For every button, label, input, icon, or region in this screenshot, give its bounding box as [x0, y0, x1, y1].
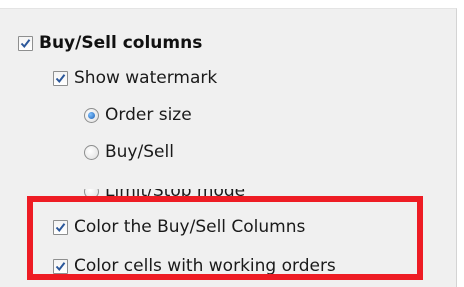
show-watermark-checkbox[interactable]	[53, 70, 68, 86]
radio-order-size[interactable]: Order size	[84, 103, 192, 127]
buy-sell-columns-label: Buy/Sell columns	[39, 33, 203, 53]
buy-sell-label: Buy/Sell	[105, 142, 174, 162]
check-icon	[20, 38, 31, 48]
check-icon	[55, 73, 66, 83]
show-watermark-label: Show watermark	[74, 68, 218, 88]
highlight-box	[27, 196, 423, 280]
buy-sell-columns-checkbox[interactable]	[18, 35, 33, 51]
order-size-label: Order size	[105, 105, 192, 125]
radio-dot-icon	[88, 111, 95, 119]
order-size-radio[interactable]	[84, 107, 99, 123]
buy-sell-radio[interactable]	[84, 144, 99, 160]
buy-sell-columns-option[interactable]: Buy/Sell columns	[18, 31, 202, 55]
radio-buy-sell[interactable]: Buy/Sell	[84, 140, 174, 164]
show-watermark-option[interactable]: Show watermark	[53, 66, 217, 90]
